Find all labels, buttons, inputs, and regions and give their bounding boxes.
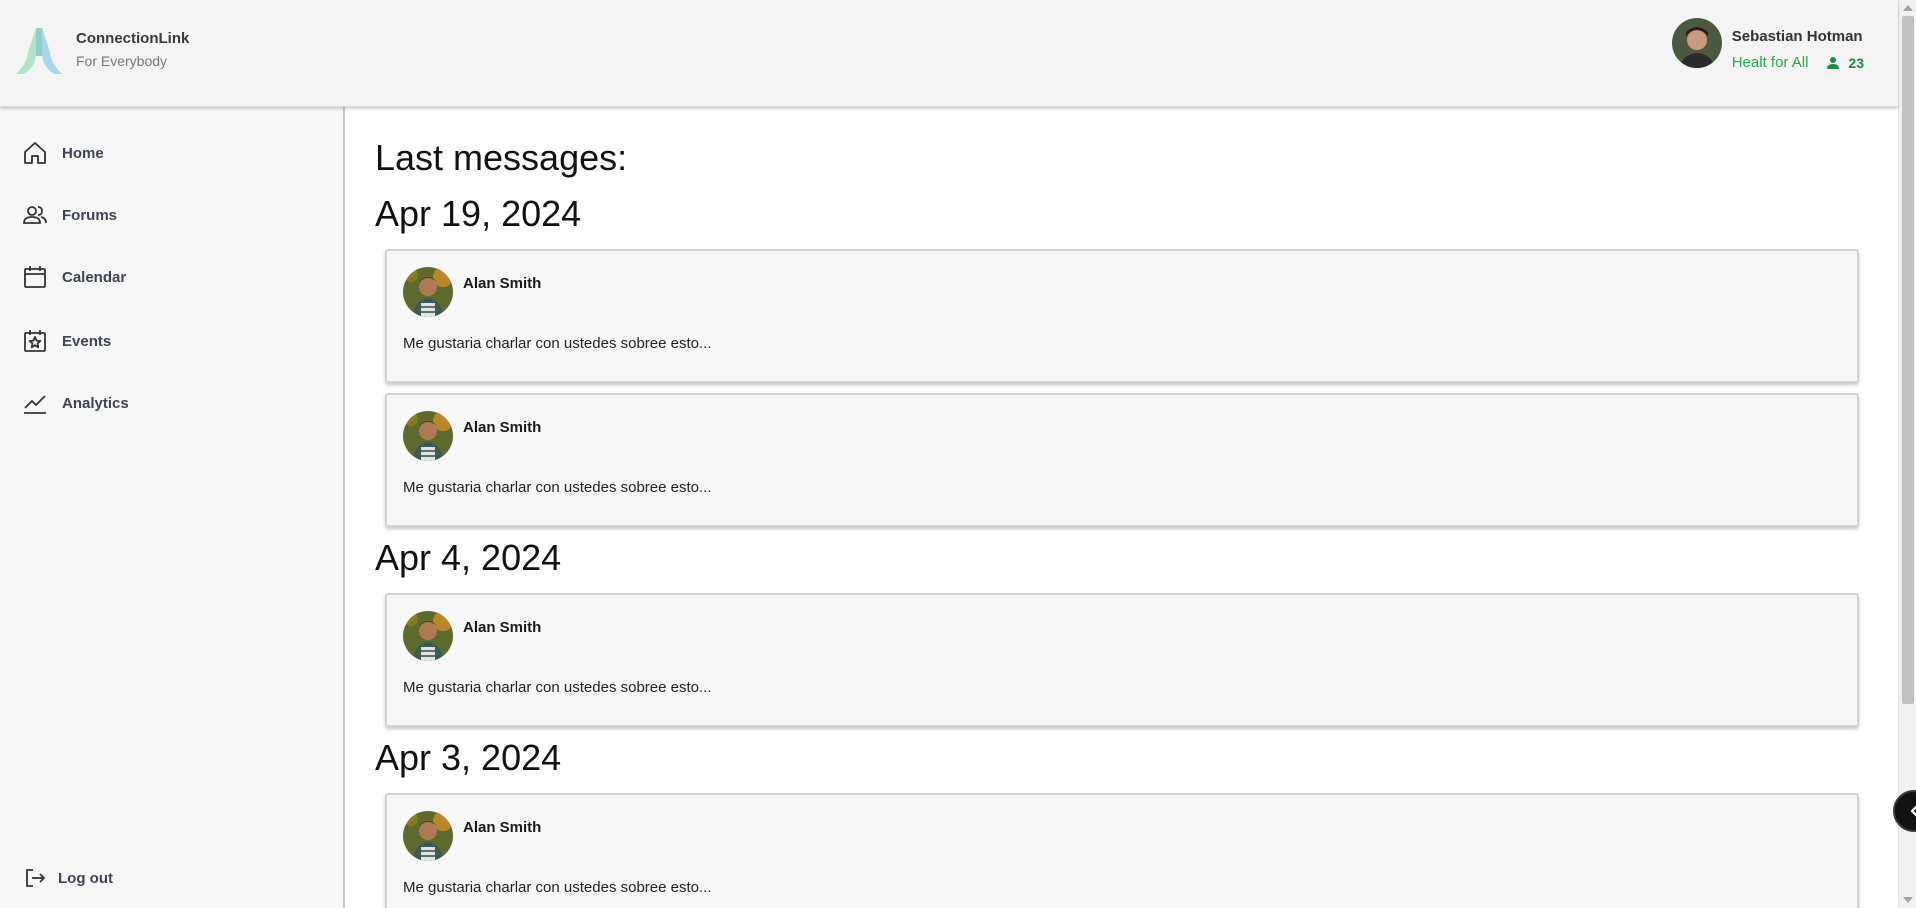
message-author: Alan Smith bbox=[463, 819, 542, 836]
sidebar-item-label: Home bbox=[62, 144, 104, 162]
top-header: ConnectionLink For Everybody Sebastian H… bbox=[0, 0, 1898, 107]
message-text: Me gustaria charlar con ustedes sobree e… bbox=[403, 335, 712, 352]
users-icon bbox=[23, 206, 47, 224]
message-author: Alan Smith bbox=[463, 619, 542, 636]
date-heading: Apr 4, 2024 bbox=[375, 537, 562, 578]
user-avatar[interactable] bbox=[1671, 18, 1722, 68]
logout-label: Log out bbox=[58, 869, 113, 887]
brand-tagline: For Everybody bbox=[76, 53, 168, 69]
user-group[interactable]: Healt for All bbox=[1732, 54, 1809, 71]
sidebar-item-label: Forums bbox=[62, 206, 118, 224]
user-name: Sebastian Hotman bbox=[1731, 28, 1863, 45]
scroll-up-arrow-icon[interactable] bbox=[1903, 5, 1913, 11]
logout-icon bbox=[26, 869, 45, 887]
sidebar-item-calendar[interactable]: Calendar bbox=[22, 264, 126, 290]
message-text: Me gustaria charlar con ustedes sobree e… bbox=[403, 679, 712, 696]
sidebar-item-events[interactable]: Events bbox=[22, 328, 111, 354]
app-root: ConnectionLink For Everybody Sebastian H… bbox=[0, 0, 1916, 908]
logout-button[interactable]: Log out bbox=[24, 867, 113, 889]
chevron-left-icon bbox=[1910, 805, 1916, 817]
message-card[interactable]: Alan Smith Me gustaria charlar con usted… bbox=[385, 393, 1859, 527]
message-text: Me gustaria charlar con ustedes sobree e… bbox=[403, 879, 712, 896]
author-avatar[interactable] bbox=[403, 411, 453, 461]
message-text: Me gustaria charlar con ustedes sobree e… bbox=[403, 479, 712, 496]
home-icon bbox=[24, 142, 46, 164]
sidebar-item-label: Analytics bbox=[62, 394, 129, 412]
event-star-icon bbox=[24, 330, 46, 352]
page-title: Last messages: bbox=[375, 137, 628, 178]
sidebar-item-analytics[interactable]: Analytics bbox=[22, 390, 129, 416]
date-heading: Apr 19, 2024 bbox=[375, 193, 582, 234]
message-card[interactable]: Alan Smith Me gustaria charlar con usted… bbox=[385, 793, 1859, 908]
scrollbar-thumb[interactable] bbox=[1902, 16, 1914, 704]
message-author: Alan Smith bbox=[463, 275, 542, 292]
author-avatar[interactable] bbox=[403, 267, 453, 317]
person-icon bbox=[1827, 56, 1840, 69]
user-subline: Healt for All 23 bbox=[1732, 54, 1864, 71]
sidebar-item-forums[interactable]: Forums bbox=[22, 202, 117, 228]
message-author: Alan Smith bbox=[463, 419, 542, 436]
sidebar-item-label: Calendar bbox=[62, 268, 127, 286]
connectionlink-logo-icon bbox=[16, 28, 62, 74]
message-card[interactable]: Alan Smith Me gustaria charlar con usted… bbox=[385, 249, 1859, 383]
sidebar-item-home[interactable]: Home bbox=[22, 140, 104, 166]
user-info: Sebastian Hotman Healt for All 23 bbox=[1732, 18, 1864, 71]
sidebar-item-label: Events bbox=[62, 332, 112, 350]
trend-icon bbox=[24, 395, 46, 414]
calendar-icon bbox=[24, 266, 46, 288]
brand[interactable]: ConnectionLink For Everybody bbox=[14, 26, 189, 76]
user-profile[interactable]: Sebastian Hotman Healt for All 23 bbox=[1671, 18, 1864, 71]
brand-name: ConnectionLink bbox=[76, 30, 190, 47]
page-scrollbar[interactable] bbox=[1898, 0, 1916, 908]
main-content[interactable]: Last messages: Apr 19, 2024 Alan Smith M… bbox=[347, 107, 1898, 908]
member-count: 23 bbox=[1848, 54, 1864, 71]
author-avatar[interactable] bbox=[403, 811, 453, 861]
message-card[interactable]: Alan Smith Me gustaria charlar con usted… bbox=[385, 593, 1859, 727]
brand-text: ConnectionLink For Everybody bbox=[76, 30, 189, 69]
sidebar: Home Forums Calendar Events Analytics Lo… bbox=[0, 107, 345, 908]
scroll-down-arrow-icon[interactable] bbox=[1903, 897, 1913, 903]
author-avatar[interactable] bbox=[403, 611, 453, 661]
date-heading: Apr 3, 2024 bbox=[375, 737, 562, 778]
